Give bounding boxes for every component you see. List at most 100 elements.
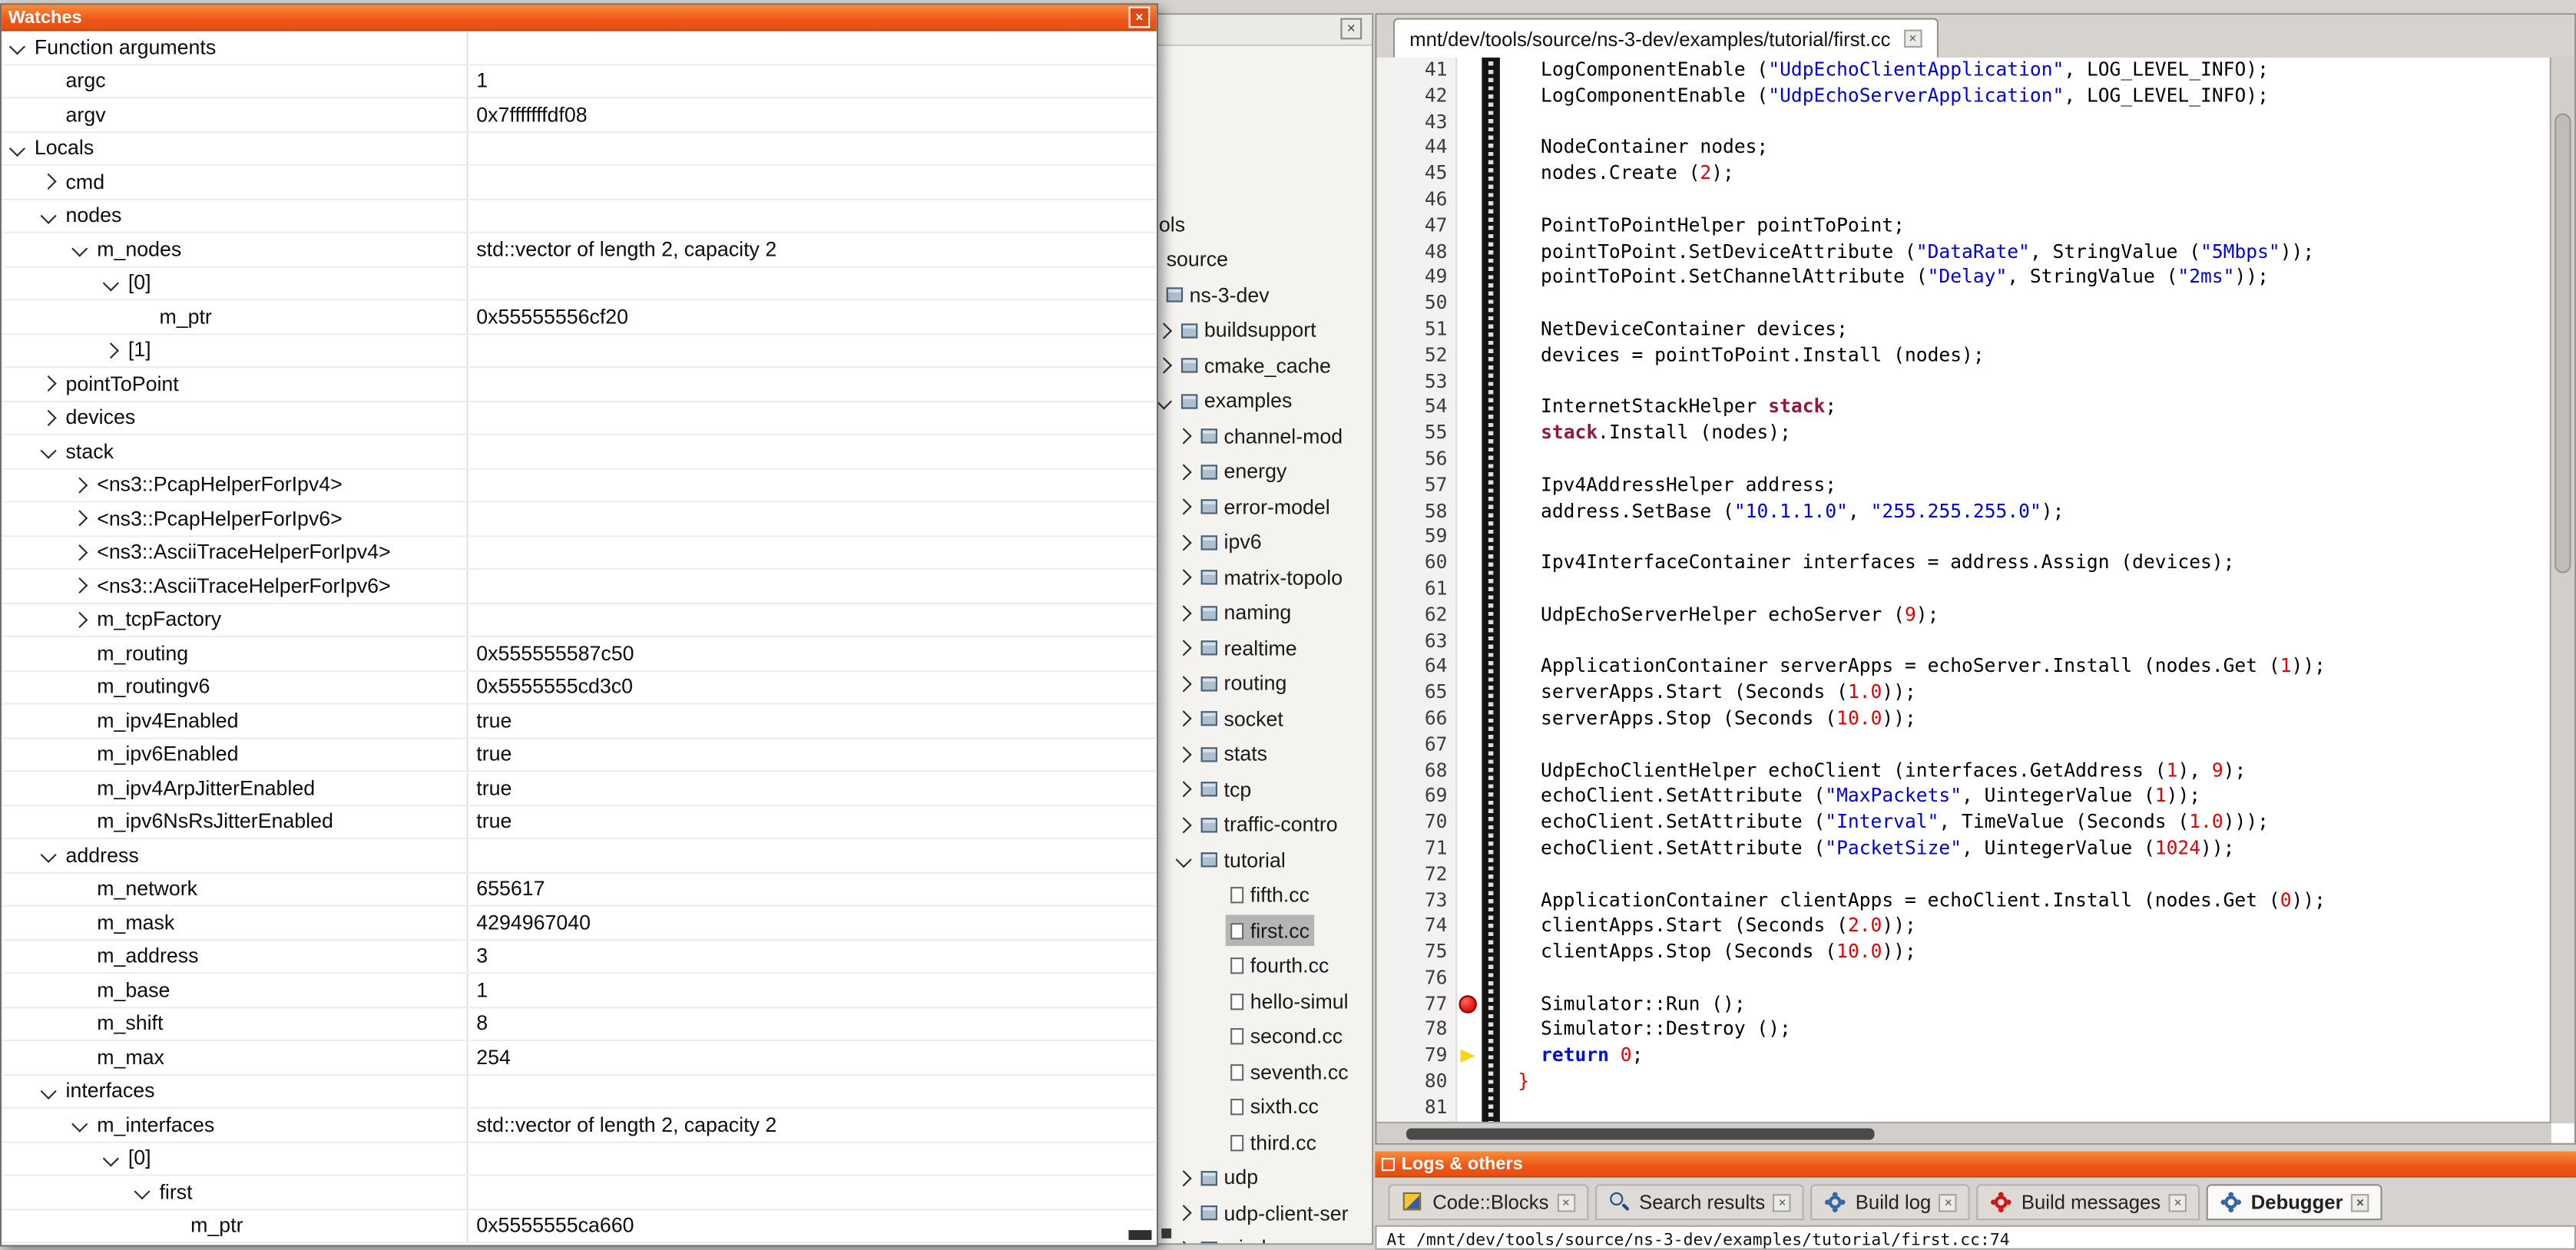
watch-row[interactable]: m_ptr0x55555556cf20 [2,300,1157,334]
tree-item-main[interactable]: socket [1196,703,1288,734]
expander-closed-icon[interactable] [41,174,57,190]
code-line[interactable]: echoClient.SetAttribute ("PacketSize", U… [1482,836,2551,862]
code-line[interactable]: nodes.Create (2); [1482,161,2551,187]
marker-margin[interactable] [1455,135,1482,161]
tree-item-main[interactable]: matrix-topolo [1196,562,1347,594]
tree-item-main[interactable]: second.cc [1226,1020,1348,1052]
marker-margin[interactable] [1455,1070,1482,1096]
line-number[interactable]: 69 [1376,784,1455,810]
tree-item-main[interactable]: wireless [1196,1232,1303,1245]
watch-row[interactable]: m_routing0x555555587c50 [2,637,1157,671]
expander-closed-icon[interactable] [1176,1205,1192,1221]
marker-margin[interactable] [1455,940,1482,966]
expander-open-icon[interactable] [9,140,25,156]
horizontal-scrollbar-thumb[interactable] [1406,1127,1875,1139]
watch-row[interactable]: pointToPoint [2,368,1157,402]
close-tab-button[interactable]: × [1939,1193,1958,1212]
vertical-scrollbar-thumb[interactable] [2554,114,2570,574]
marker-margin[interactable] [1455,577,1482,603]
code-line[interactable]: echoClient.SetAttribute ("MaxPackets", U… [1482,784,2551,810]
line-number[interactable]: 67 [1376,732,1455,758]
line-number[interactable]: 57 [1376,472,1455,498]
expander-closed-icon[interactable] [71,511,88,527]
expander-closed-icon[interactable] [1176,1169,1192,1186]
expander-closed-icon[interactable] [71,544,88,561]
marker-margin[interactable] [1455,472,1482,498]
line-number[interactable]: 52 [1376,343,1455,369]
expander-closed-icon[interactable] [1176,710,1192,726]
code-line[interactable]: UdpEchoServerHelper echoServer (9); [1482,602,2551,628]
watch-row[interactable]: m_nodesstd::vector of length 2, capacity… [2,233,1157,267]
code-line[interactable]: UdpEchoClientHelper echoClient (interfac… [1482,758,2551,784]
marker-margin[interactable] [1455,888,1482,914]
tree-item-selected[interactable]: first.cc [1226,914,1315,946]
line-number[interactable]: 75 [1376,940,1455,966]
marker-margin[interactable] [1455,369,1482,395]
code-line[interactable]: echoClient.SetAttribute ("Interval", Tim… [1482,810,2551,836]
code-line[interactable] [1482,861,2551,888]
expander-closed-icon[interactable] [1176,1240,1192,1245]
code-line[interactable] [1482,447,2551,473]
marker-margin[interactable] [1455,317,1482,343]
tree-item-main[interactable]: examples [1177,385,1297,417]
marker-margin[interactable] [1455,498,1482,524]
tree-item-main[interactable]: energy [1196,456,1292,488]
line-number[interactable]: 68 [1376,758,1455,784]
tree-item-main[interactable]: fourth.cc [1226,950,1334,981]
marker-margin[interactable] [1455,1043,1482,1070]
watch-row[interactable]: m_shift8 [2,1007,1157,1041]
code-line[interactable]: ApplicationContainer clientApps = echoCl… [1482,888,2551,914]
code-line[interactable] [1482,732,2551,758]
expander-closed-icon[interactable] [41,375,57,392]
code-line[interactable]: serverApps.Start (Seconds (1.0)); [1482,680,2551,706]
line-number[interactable]: 66 [1376,706,1455,732]
code-line[interactable] [1482,628,2551,654]
logs-tab-code-blocks[interactable]: Code::Blocks× [1388,1184,1588,1220]
editor-tab-first-cc[interactable]: mnt/dev/tools/source/ns-3-dev/examples/t… [1393,18,1939,59]
tree-item-main[interactable]: stats [1196,738,1272,769]
code-line[interactable]: LogComponentEnable ("UdpEchoClientApplic… [1482,58,2551,84]
expander-open-icon[interactable] [41,443,57,459]
tree-item-main[interactable]: buildsupport [1177,315,1321,346]
tree-item-main[interactable]: seventh.cc [1226,1056,1353,1087]
editor-vertical-scrollbar[interactable] [2550,58,2574,1123]
watch-row[interactable]: m_network655617 [2,873,1157,907]
watch-row[interactable]: first [2,1176,1157,1210]
watch-row[interactable]: <ns3::PcapHelperForIpv4> [2,469,1157,503]
watch-row[interactable]: [0] [2,1143,1157,1176]
line-number[interactable]: 72 [1376,861,1455,888]
marker-margin[interactable] [1455,524,1482,551]
line-number[interactable]: 49 [1376,265,1455,291]
line-number[interactable]: 50 [1376,291,1455,317]
tree-item-main[interactable]: tcp [1196,773,1256,805]
expander-open-icon[interactable] [41,207,57,223]
tree-item-main[interactable]: ns-3-dev [1161,279,1274,311]
line-number[interactable]: 48 [1376,239,1455,265]
marker-margin[interactable] [1455,187,1482,213]
watch-row[interactable]: Function arguments [2,31,1157,65]
marker-margin[interactable] [1455,914,1482,940]
line-number[interactable]: 76 [1376,965,1455,991]
line-number[interactable]: 43 [1376,109,1455,135]
marker-margin[interactable] [1455,1017,1482,1043]
code-line[interactable] [1482,965,2551,991]
marker-margin[interactable] [1455,991,1482,1017]
expander-open-icon[interactable] [71,241,88,257]
marker-margin[interactable] [1455,109,1482,135]
watch-row[interactable]: nodes [2,200,1157,233]
code-line[interactable]: ApplicationContainer serverApps = echoSe… [1482,654,2551,680]
marker-margin[interactable] [1455,421,1482,447]
marker-margin[interactable] [1455,265,1482,291]
tree-item-main[interactable]: channel-mod [1196,421,1347,452]
line-number[interactable]: 73 [1376,888,1455,914]
marker-margin[interactable] [1455,213,1482,240]
watch-row[interactable]: m_mask4294967040 [2,907,1157,941]
expander-open-icon[interactable] [103,275,119,291]
expander-closed-icon[interactable] [1176,816,1192,832]
resize-grip[interactable] [1128,1230,1151,1240]
code-line[interactable] [1482,109,2551,135]
expander-open-icon[interactable] [71,1116,88,1133]
line-number[interactable]: 64 [1376,654,1455,680]
code-line[interactable]: stack.Install (nodes); [1482,421,2551,447]
code-line[interactable]: clientApps.Stop (Seconds (10.0)); [1482,940,2551,966]
